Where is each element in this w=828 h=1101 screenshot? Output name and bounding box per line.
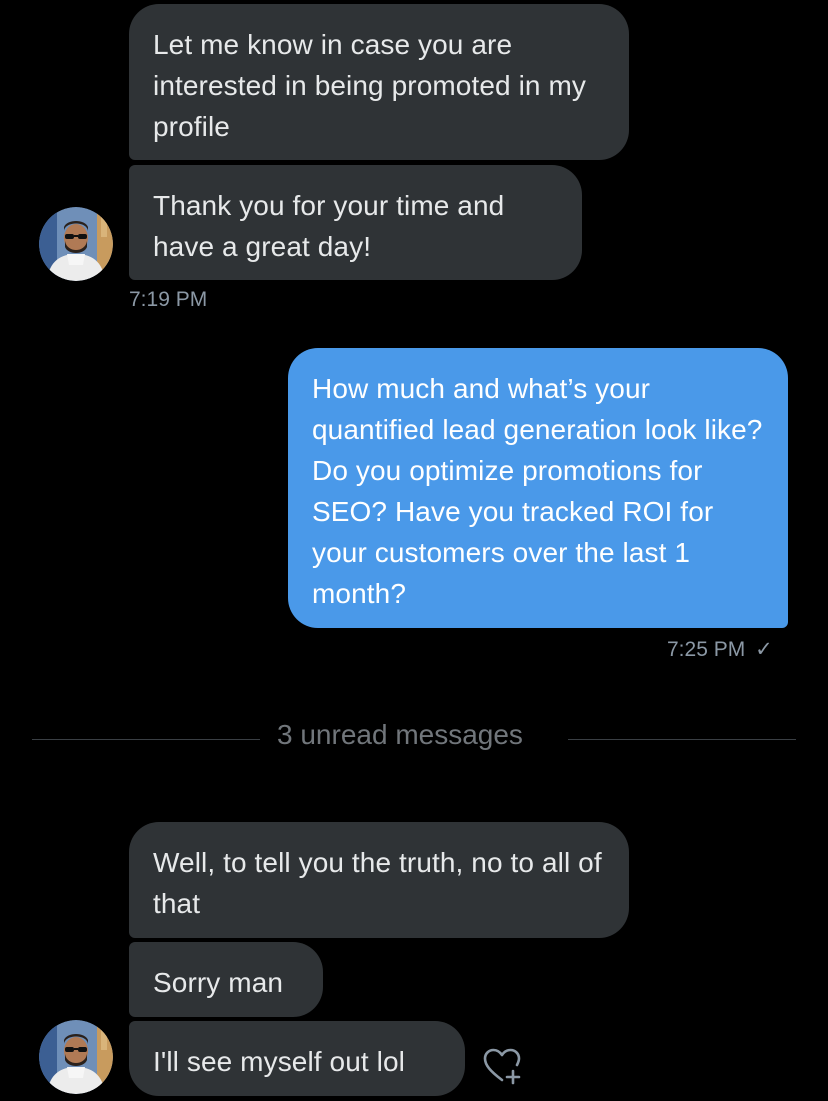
incoming-message[interactable]: Let me know in case you are interested i… [129, 4, 629, 160]
check-icon: ✓ [755, 638, 773, 661]
message-text: How much and what’s your quantified lead… [312, 373, 763, 609]
unread-divider-label: 3 unread messages [277, 719, 523, 750]
divider-line-left [32, 739, 260, 740]
timestamp-text: 7:25 PM [667, 638, 746, 661]
message-text: Let me know in case you are interested i… [153, 29, 586, 142]
message-timestamp: 7:25 PM ✓ [667, 637, 773, 662]
message-text: Thank you for your time and have a great… [153, 190, 505, 262]
add-reaction-heart-icon [483, 1048, 521, 1085]
divider-line-right [568, 739, 796, 740]
message-text: Sorry man [153, 967, 284, 998]
incoming-message[interactable]: Well, to tell you the truth, no to all o… [129, 822, 629, 938]
add-reaction-button[interactable] [482, 1046, 522, 1086]
message-timestamp: 7:19 PM [129, 288, 208, 311]
message-text: I'll see myself out lol [153, 1046, 405, 1077]
sender-avatar[interactable] [39, 1020, 113, 1094]
message-text: Well, to tell you the truth, no to all o… [153, 847, 602, 919]
incoming-message[interactable]: Thank you for your time and have a great… [129, 165, 582, 280]
user-avatar-icon [39, 1020, 113, 1094]
incoming-message[interactable]: I'll see myself out lol [129, 1021, 465, 1096]
sender-avatar[interactable] [39, 207, 113, 281]
incoming-message[interactable]: Sorry man [129, 942, 323, 1017]
outgoing-message[interactable]: How much and what’s your quantified lead… [288, 348, 788, 628]
user-avatar-icon [39, 207, 113, 281]
